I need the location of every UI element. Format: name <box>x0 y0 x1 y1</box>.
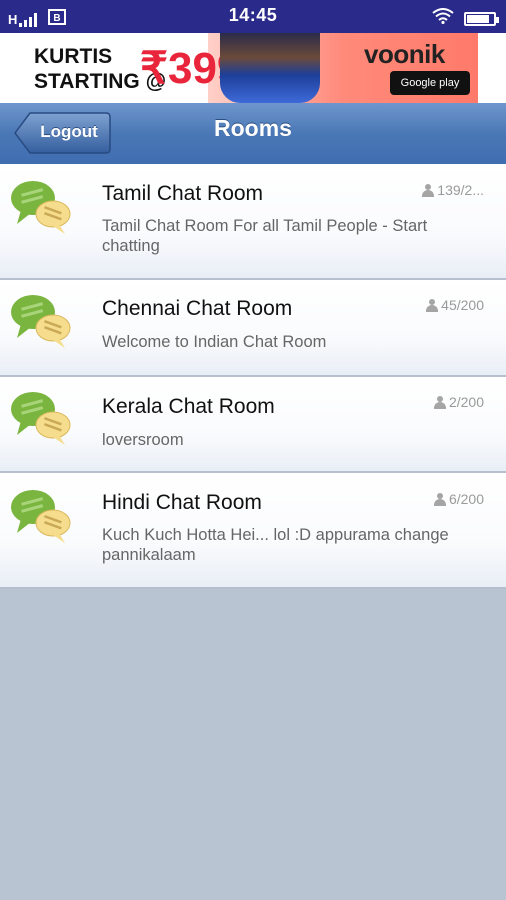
room-description: Kuch Kuch Hotta Hei... lol :D appurama c… <box>102 526 449 564</box>
room-name: Chennai Chat Room <box>102 297 293 320</box>
room-count-label: 45/200 <box>441 297 484 313</box>
room-item[interactable]: Tamil Chat Room Tamil Chat Room For all … <box>0 164 506 280</box>
room-name: Tamil Chat Room <box>102 182 264 205</box>
room-name: Kerala Chat Room <box>102 395 275 418</box>
room-user-count: 2/200 <box>433 394 484 410</box>
status-bar: H B 14:45 <box>0 0 506 33</box>
ad-brand-logo: voonik <box>364 39 445 69</box>
room-description: Tamil Chat Room For all Tamil People - S… <box>102 217 428 255</box>
room-list: Tamil Chat Room Tamil Chat Room For all … <box>0 164 506 589</box>
ad-banner[interactable]: KURTIS STARTING @ ₹399 voonik Google pla… <box>0 33 506 133</box>
room-user-count: 45/200 <box>426 297 484 313</box>
status-time: 14:45 <box>228 5 278 25</box>
nav-bar: Logout Rooms <box>0 103 506 165</box>
user-icon <box>426 298 439 312</box>
google-play-badge[interactable]: Google play <box>390 71 470 95</box>
room-item[interactable]: Kerala Chat Room loversroom 2/200 <box>0 377 506 473</box>
user-icon <box>433 395 446 409</box>
user-icon <box>422 183 435 197</box>
ad-line1: KURTIS <box>34 45 113 68</box>
room-user-count: 6/200 <box>433 491 484 507</box>
room-description: Welcome to Indian Chat Room <box>102 333 327 351</box>
chat-bubbles-icon <box>9 387 75 452</box>
room-name: Hindi Chat Room <box>102 491 262 514</box>
room-count-label: 139/2... <box>437 182 484 198</box>
room-count-label: 6/200 <box>448 491 484 507</box>
chat-bubbles-icon <box>9 290 75 355</box>
ad-model-image <box>220 33 320 103</box>
room-user-count: 139/2... <box>422 182 484 198</box>
room-count-label: 2/200 <box>448 394 484 410</box>
chat-bubbles-icon <box>9 176 75 241</box>
status-right <box>432 8 499 29</box>
room-item[interactable]: Hindi Chat Room Kuch Kuch Hotta Hei... l… <box>0 473 506 589</box>
battery-icon <box>464 11 499 26</box>
ad-creative[interactable]: KURTIS STARTING @ ₹399 voonik Google pla… <box>28 33 478 103</box>
wifi-icon <box>432 8 454 29</box>
room-item[interactable]: Chennai Chat Room Welcome to Indian Chat… <box>0 280 506 377</box>
chat-bubbles-icon <box>9 485 75 550</box>
user-icon <box>433 492 446 506</box>
page-title: Rooms <box>214 115 292 141</box>
room-description: loversroom <box>102 431 184 449</box>
